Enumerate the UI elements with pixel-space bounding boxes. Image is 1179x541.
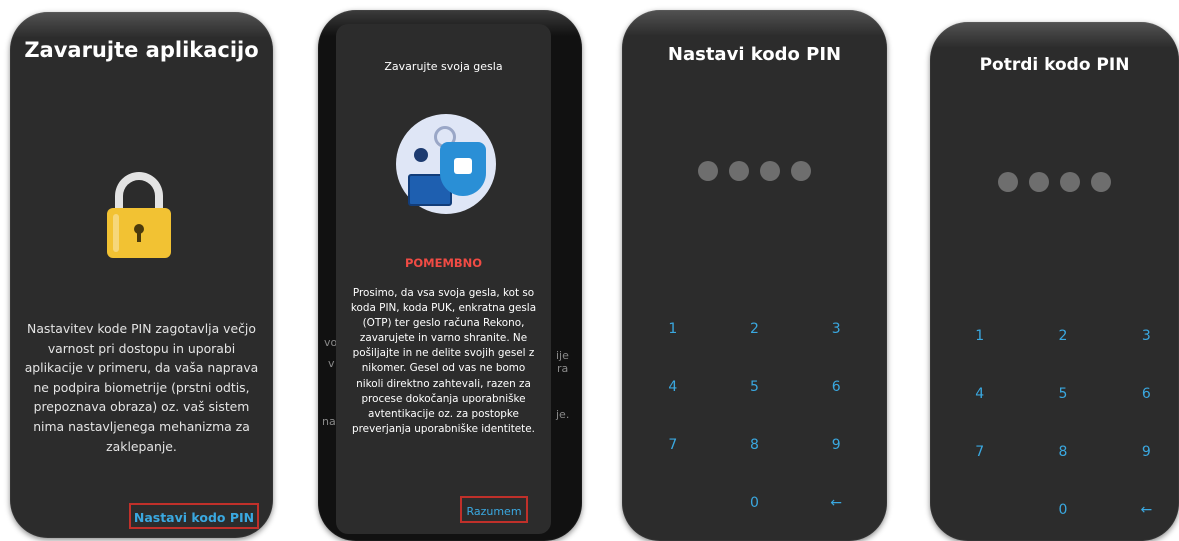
key-0[interactable]: 0 xyxy=(1021,502,1104,541)
passwords-dialog: Zavarujte svoja gesla POMEMBNO Prosimo, … xyxy=(336,24,551,534)
screen-confirm-pin: Potrdi kodo PIN 1 2 3 4 5 6 7 8 9 0 ← xyxy=(930,22,1179,541)
key-4[interactable]: 4 xyxy=(938,386,1021,444)
pin-dots xyxy=(930,172,1179,192)
backspace-icon[interactable]: ← xyxy=(1105,502,1179,541)
pin-dot xyxy=(698,161,718,181)
background-text: na xyxy=(322,415,336,428)
screen-title: Nastavi kodo PIN xyxy=(667,44,842,65)
key-9[interactable]: 9 xyxy=(1105,444,1179,502)
key-6[interactable]: 6 xyxy=(1105,386,1179,444)
pin-dot xyxy=(1029,172,1049,192)
pin-dot xyxy=(1091,172,1111,192)
key-2[interactable]: 2 xyxy=(1021,328,1104,386)
background-text: v xyxy=(328,357,335,370)
key-3[interactable]: 3 xyxy=(795,321,877,379)
set-pin-button[interactable]: Nastavi kodo PIN xyxy=(129,503,259,529)
screen-title: Zavarujte aplikacijo xyxy=(24,38,259,62)
screen-passwords-dialog: vo v na ije ra je. Zavarujte svoja gesla… xyxy=(318,10,582,541)
background-text: ra xyxy=(557,362,569,375)
key-1[interactable]: 1 xyxy=(938,328,1021,386)
pin-description: Nastavitev kode PIN zagotavlja večjo var… xyxy=(24,321,259,454)
screen-secure-app: Zavarujte aplikacijo Nastavitev kode PIN… xyxy=(10,12,273,538)
pin-dot xyxy=(1060,172,1080,192)
pin-dot xyxy=(760,161,780,181)
key-5[interactable]: 5 xyxy=(714,379,796,437)
pin-dot xyxy=(998,172,1018,192)
screen-set-pin: Nastavi kodo PIN 1 2 3 4 5 6 7 8 9 0 ← xyxy=(622,10,887,541)
background-text: ije xyxy=(556,349,569,362)
key-4[interactable]: 4 xyxy=(632,379,714,437)
key-7[interactable]: 7 xyxy=(632,437,714,495)
key-2[interactable]: 2 xyxy=(714,321,796,379)
key-6[interactable]: 6 xyxy=(795,379,877,437)
pin-dot xyxy=(791,161,811,181)
pin-dots xyxy=(622,161,887,181)
backspace-icon[interactable]: ← xyxy=(795,495,877,541)
number-keypad: 1 2 3 4 5 6 7 8 9 0 ← xyxy=(632,321,877,541)
key-9[interactable]: 9 xyxy=(795,437,877,495)
understood-button[interactable]: Razumem xyxy=(460,496,528,523)
dialog-body: Prosimo, da vsa svoja gesla, kot so koda… xyxy=(350,287,537,435)
key-8[interactable]: 8 xyxy=(1021,444,1104,502)
key-7[interactable]: 7 xyxy=(938,444,1021,502)
pin-dot xyxy=(729,161,749,181)
dialog-title: Zavarujte svoja gesla xyxy=(384,60,503,73)
security-shield-illustration xyxy=(396,114,496,214)
background-text: je. xyxy=(556,408,570,421)
key-8[interactable]: 8 xyxy=(714,437,796,495)
warning-heading: POMEMBNO xyxy=(404,256,483,270)
padlock-icon xyxy=(107,172,171,260)
number-keypad: 1 2 3 4 5 6 7 8 9 0 ← xyxy=(938,328,1179,541)
key-5[interactable]: 5 xyxy=(1021,386,1104,444)
key-0[interactable]: 0 xyxy=(714,495,796,541)
screen-title: Potrdi kodo PIN xyxy=(979,55,1130,75)
key-3[interactable]: 3 xyxy=(1105,328,1179,386)
key-1[interactable]: 1 xyxy=(632,321,714,379)
